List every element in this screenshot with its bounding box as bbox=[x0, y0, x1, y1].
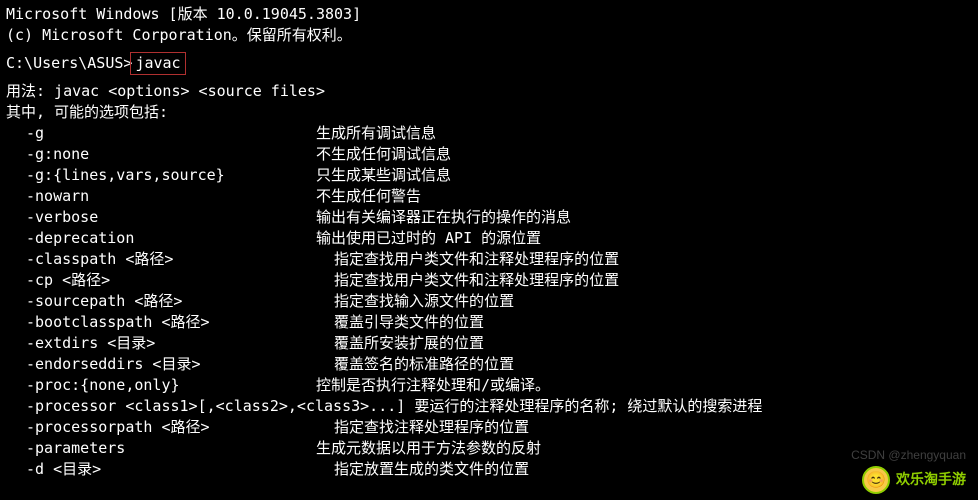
command-prompt-line[interactable]: C:\Users\ASUS> javac bbox=[6, 52, 972, 75]
option-flag: -endorseddirs <目录> bbox=[6, 354, 316, 375]
windows-version-line: Microsoft Windows [版本 10.0.19045.3803] bbox=[6, 4, 972, 25]
option-description: 覆盖引导类文件的位置 bbox=[316, 312, 484, 333]
option-description: 生成所有调试信息 bbox=[316, 123, 436, 144]
option-row: -g:none不生成任何调试信息 bbox=[6, 144, 972, 165]
option-flag: -classpath <路径> bbox=[6, 249, 316, 270]
option-flag: -sourcepath <路径> bbox=[6, 291, 316, 312]
option-row: -classpath <路径> 指定查找用户类文件和注释处理程序的位置 bbox=[6, 249, 972, 270]
brand-logo-icon: 😊 bbox=[862, 466, 890, 494]
option-description: 指定查找输入源文件的位置 bbox=[316, 291, 514, 312]
usage-line: 用法: javac <options> <source files> bbox=[6, 81, 972, 102]
option-row: -processorpath <路径> 指定查找注释处理程序的位置 bbox=[6, 417, 972, 438]
option-flag: -g bbox=[6, 123, 316, 144]
option-flag: -verbose bbox=[6, 207, 316, 228]
option-flag: -d <目录> bbox=[6, 459, 316, 480]
option-description: 不生成任何调试信息 bbox=[316, 144, 451, 165]
option-flag: -extdirs <目录> bbox=[6, 333, 316, 354]
option-row: -verbose输出有关编译器正在执行的操作的消息 bbox=[6, 207, 972, 228]
option-row: -cp <路径> 指定查找用户类文件和注释处理程序的位置 bbox=[6, 270, 972, 291]
copyright-line: (c) Microsoft Corporation。保留所有权利。 bbox=[6, 25, 972, 46]
option-description: 覆盖签名的标准路径的位置 bbox=[316, 354, 514, 375]
option-description: 指定查找用户类文件和注释处理程序的位置 bbox=[316, 270, 619, 291]
option-flag: -g:none bbox=[6, 144, 316, 165]
option-description: 输出使用已过时的 API 的源位置 bbox=[316, 228, 541, 249]
option-row: -d <目录> 指定放置生成的类文件的位置 bbox=[6, 459, 972, 480]
option-description: 指定查找用户类文件和注释处理程序的位置 bbox=[316, 249, 619, 270]
option-description: 只生成某些调试信息 bbox=[316, 165, 451, 186]
brand-watermark: 😊 欢乐淘手游 bbox=[862, 466, 966, 494]
option-flag: -bootclasspath <路径> bbox=[6, 312, 316, 333]
option-row: -processor <class1>[,<class2>,<class3>..… bbox=[6, 396, 972, 417]
prompt-path: C:\Users\ASUS> bbox=[6, 53, 132, 74]
options-heading: 其中, 可能的选项包括: bbox=[6, 102, 972, 123]
option-flag: -processorpath <路径> bbox=[6, 417, 316, 438]
option-description: 覆盖所安装扩展的位置 bbox=[316, 333, 484, 354]
option-flag: -cp <路径> bbox=[6, 270, 316, 291]
typed-command: javac bbox=[130, 52, 185, 75]
option-description: 指定放置生成的类文件的位置 bbox=[316, 459, 529, 480]
option-flag: -proc:{none,only} bbox=[6, 375, 316, 396]
option-row: -parameters生成元数据以用于方法参数的反射 bbox=[6, 438, 972, 459]
option-row: -endorseddirs <目录> 覆盖签名的标准路径的位置 bbox=[6, 354, 972, 375]
option-flag: -g:{lines,vars,source} bbox=[6, 165, 316, 186]
option-row: -g:{lines,vars,source}只生成某些调试信息 bbox=[6, 165, 972, 186]
option-row: -bootclasspath <路径> 覆盖引导类文件的位置 bbox=[6, 312, 972, 333]
option-description: 输出有关编译器正在执行的操作的消息 bbox=[316, 207, 571, 228]
option-flag: -nowarn bbox=[6, 186, 316, 207]
csdn-watermark: CSDN @zhengyquan bbox=[851, 447, 966, 464]
brand-text: 欢乐淘手游 bbox=[896, 470, 966, 490]
option-row: -proc:{none,only}控制是否执行注释处理和/或编译。 bbox=[6, 375, 972, 396]
option-row: -deprecation输出使用已过时的 API 的源位置 bbox=[6, 228, 972, 249]
option-flag: -deprecation bbox=[6, 228, 316, 249]
option-row: -extdirs <目录> 覆盖所安装扩展的位置 bbox=[6, 333, 972, 354]
option-description: 不生成任何警告 bbox=[316, 186, 421, 207]
option-description: 生成元数据以用于方法参数的反射 bbox=[316, 438, 541, 459]
option-row: -sourcepath <路径> 指定查找输入源文件的位置 bbox=[6, 291, 972, 312]
option-flag: -processor <class1>[,<class2>,<class3>..… bbox=[6, 396, 762, 417]
option-row: -g生成所有调试信息 bbox=[6, 123, 972, 144]
options-list: -g生成所有调试信息-g:none不生成任何调试信息-g:{lines,vars… bbox=[6, 123, 972, 480]
option-description: 指定查找注释处理程序的位置 bbox=[316, 417, 529, 438]
option-flag: -parameters bbox=[6, 438, 316, 459]
option-description: 控制是否执行注释处理和/或编译。 bbox=[316, 375, 550, 396]
option-row: -nowarn不生成任何警告 bbox=[6, 186, 972, 207]
